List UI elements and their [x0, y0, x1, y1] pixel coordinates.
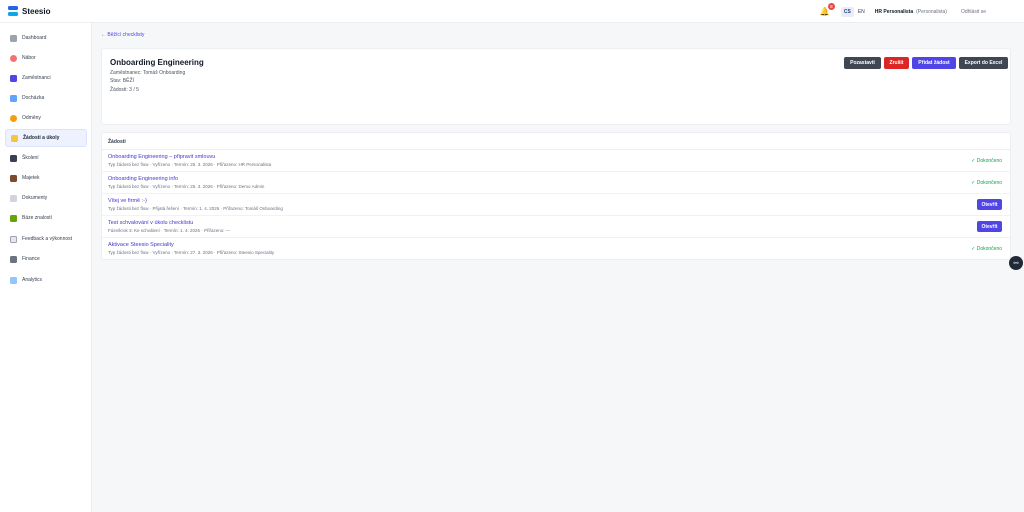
top-bar: Steesio 🔔 8 CS EN HR Personalista (Perso… [0, 0, 1024, 23]
cancel-button[interactable]: Zrušit [884, 57, 909, 69]
request-row: Aktivace Steesio Speciality Typ žádosti … [102, 238, 1010, 259]
open-request-button[interactable]: Otevřít [977, 221, 1002, 232]
requests-list: Žádosti Onboarding Engineering – připrav… [101, 132, 1011, 260]
sidebar-item-rewards[interactable]: Odměny [5, 109, 87, 127]
user-role: (Personalista) [916, 8, 947, 15]
request-details: Fáze/krok 3: Ke schválení · Termín: 1. 4… [108, 228, 231, 233]
sidebar-item-attendance[interactable]: Docházka [5, 89, 87, 107]
requests-count: Žádosti: 3 / 5 [110, 87, 139, 93]
steesio-logo-icon [8, 6, 18, 16]
sidebar-item-dashboard[interactable]: Dashboard [5, 29, 87, 47]
open-request-button[interactable]: Otevřít [977, 199, 1002, 210]
sidebar-item-requests-tasks[interactable]: Žádosti a úkoly [5, 129, 87, 147]
app-name: Steesio [22, 6, 51, 16]
floating-action-button[interactable]: ⚯ [1009, 256, 1023, 270]
language-cs-button[interactable]: CS [840, 6, 854, 17]
sidebar: Dashboard Nábor Zaměstnanci Docházka Odm… [0, 23, 92, 512]
notification-badge: 8 [827, 2, 835, 10]
calendar-icon [10, 94, 17, 102]
request-details: Typ žádosti bez flow · Vyřízeno · Termín… [108, 162, 272, 167]
employee-info: Zaměstnanec: Tomáš Onboarding [110, 70, 186, 76]
language-en-button[interactable]: EN [855, 7, 868, 17]
graduation-cap-icon [10, 154, 17, 162]
back-to-checklists-link[interactable]: ← Běžící checklisty [101, 32, 144, 38]
sidebar-item-label: Báze znalostí [22, 215, 53, 221]
app-logo[interactable]: Steesio [8, 6, 50, 16]
export-excel-button[interactable]: Export do Excel [959, 57, 1008, 69]
sidebar-item-finance[interactable]: Finance [5, 250, 87, 268]
sidebar-item-label: Feedback a výkonnost [22, 236, 73, 242]
award-icon [10, 114, 17, 122]
status-done-badge: ✓ Dokončeno [971, 246, 1002, 252]
sidebar-item-label: Dashboard [22, 35, 47, 41]
main-content: ← Běžící checklisty Onboarding Engineeri… [92, 23, 1024, 512]
sidebar-item-training[interactable]: Školení [5, 149, 87, 167]
checklist-header-card: Onboarding Engineering Zaměstnanec: Tomá… [101, 48, 1011, 125]
request-row: Onboarding Engineering – připravit smlou… [102, 150, 1010, 172]
request-title-link[interactable]: Vítej ve firmě :-) [108, 198, 147, 204]
notifications-button[interactable]: 🔔 8 [819, 2, 835, 18]
request-title-link[interactable]: Aktivace Steesio Speciality [108, 242, 174, 248]
request-details: Typ žádosti bez flow · Přijatá řešení · … [108, 206, 283, 211]
sidebar-item-documents[interactable]: Dokumenty [5, 189, 87, 207]
request-details: Typ žádosti bez flow · Vyřízeno · Termín… [108, 250, 275, 255]
document-icon [10, 194, 17, 202]
sidebar-item-knowledge-base[interactable]: Báze znalostí [5, 209, 87, 227]
request-title-link[interactable]: Test schvalování v úkolu checklistu [108, 220, 193, 226]
sidebar-item-label: Docházka [22, 95, 45, 101]
dashboard-icon [10, 34, 17, 42]
status-info: Stav: BĚŽÍ [110, 78, 134, 84]
briefcase-icon [10, 174, 17, 182]
sidebar-item-feedback[interactable]: Feedback a výkonnost [5, 230, 87, 248]
sidebar-item-label: Zaměstnanci [22, 75, 51, 81]
chart-icon [10, 276, 17, 284]
sidebar-item-label: Analytics [22, 277, 43, 283]
request-row: Onboarding Engineering info Typ žádosti … [102, 172, 1010, 194]
add-request-button[interactable]: Přidat žádost [912, 57, 956, 69]
link-icon: ⚯ [1013, 260, 1019, 267]
status-done-badge: ✓ Dokončeno [971, 180, 1002, 186]
request-details: Typ žádosti bez flow · Vyřízeno · Termín… [108, 184, 265, 189]
sidebar-item-label: Odměny [22, 115, 41, 121]
sidebar-item-employees[interactable]: Zaměstnanci [5, 69, 87, 87]
target-icon [10, 54, 17, 62]
feedback-icon [10, 235, 17, 243]
logout-link[interactable]: Odhlásit se [961, 9, 986, 15]
requests-list-header: Žádosti [102, 133, 1010, 150]
requests-heading: Žádosti [108, 139, 126, 145]
page-title: Onboarding Engineering [110, 58, 204, 67]
books-icon [10, 214, 17, 222]
bank-icon [10, 255, 17, 263]
postpone-button[interactable]: Pozastavit [844, 57, 881, 69]
request-title-link[interactable]: Onboarding Engineering info [108, 176, 178, 182]
sidebar-item-assets[interactable]: Majetek [5, 169, 87, 187]
top-bar-actions: 🔔 8 CS EN HR Personalista (Personalista)… [819, 0, 1024, 23]
sidebar-item-analytics[interactable]: Analytics [5, 271, 87, 289]
people-icon [10, 74, 17, 82]
user-name: HR Personalista [874, 8, 914, 15]
sidebar-item-label: Školení [22, 155, 39, 161]
sidebar-item-label: Dokumenty [22, 195, 48, 201]
request-row: Vítej ve firmě :-) Typ žádosti bez flow … [102, 194, 1010, 216]
pencil-icon [11, 134, 18, 142]
status-done-badge: ✓ Dokončeno [971, 158, 1002, 164]
sidebar-item-label: Majetek [22, 175, 40, 181]
sidebar-item-label: Žádosti a úkoly [23, 135, 60, 141]
request-row: Test schvalování v úkolu checklistu Fáze… [102, 216, 1010, 238]
sidebar-item-recruitment[interactable]: Nábor [5, 49, 87, 67]
sidebar-item-label: Nábor [22, 55, 36, 61]
request-title-link[interactable]: Onboarding Engineering – připravit smlou… [108, 154, 215, 160]
sidebar-item-label: Finance [22, 256, 40, 262]
